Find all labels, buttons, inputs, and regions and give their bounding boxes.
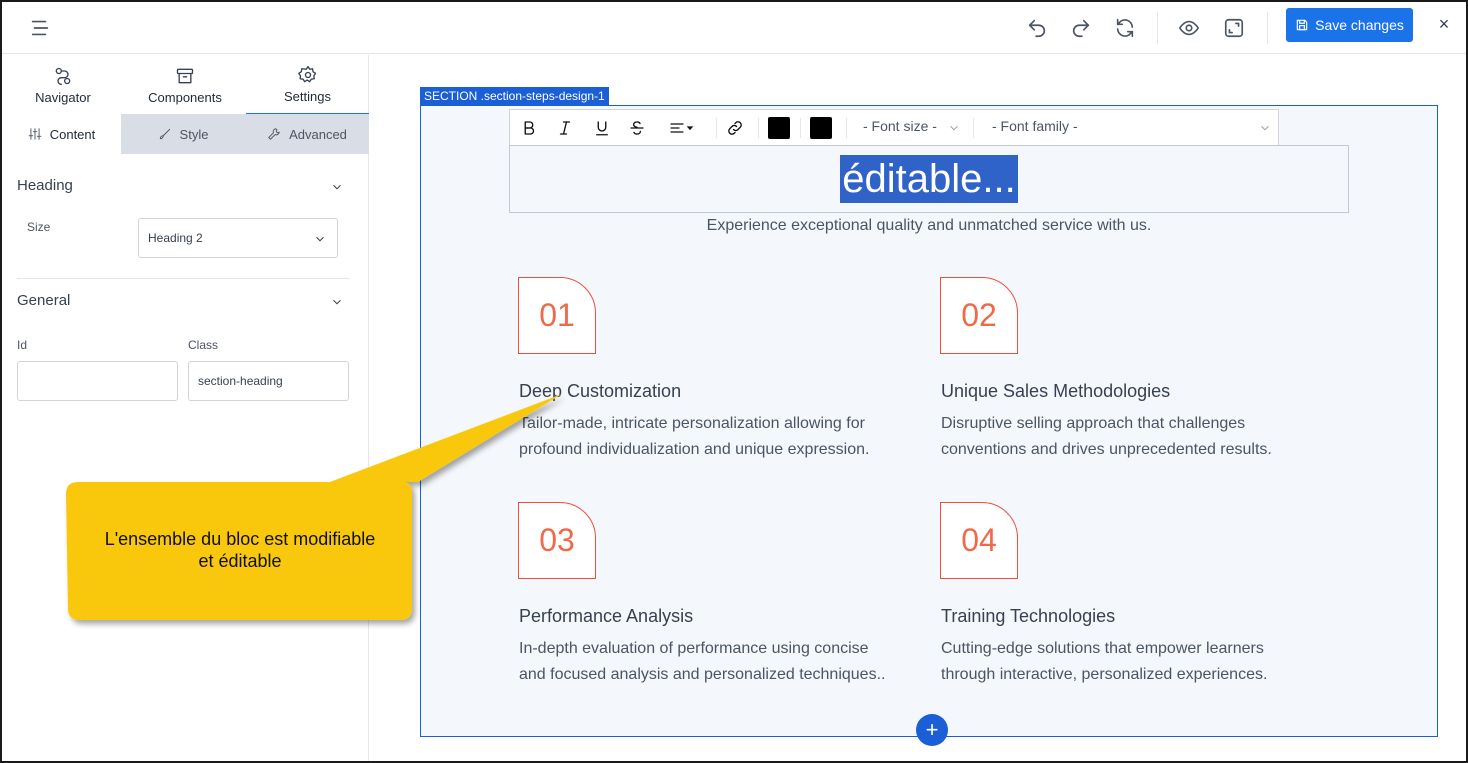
align-left-icon [670, 123, 684, 133]
chevron-down-icon [1258, 121, 1272, 135]
toolbar-divider [1157, 12, 1158, 44]
wrench-icon [268, 128, 280, 140]
step-description[interactable]: In-depth evaluation of performance using… [519, 636, 919, 688]
bold-icon[interactable] [518, 116, 540, 140]
chevron-down-icon[interactable] [330, 180, 344, 194]
heading-size-select[interactable]: Heading 2 [138, 218, 338, 258]
toolbar-divider [758, 118, 759, 138]
step-description[interactable]: Cutting-edge solutions that empower lear… [941, 636, 1341, 688]
tab-settings-label: Settings [284, 88, 331, 104]
toolbar-divider [1267, 12, 1268, 44]
navigator-icon [55, 67, 71, 85]
step-description[interactable]: Tailor-made, intricate personalization a… [519, 411, 919, 463]
step-description-line: through interactive, personalized experi… [941, 666, 1268, 683]
settings-sidebar: Navigator Components Settings Content St… [2, 55, 369, 761]
step-description-line: Disruptive selling approach that challen… [941, 415, 1246, 432]
editor-canvas[interactable]: SECTION .section-steps-design-1 - Font s… [370, 55, 1466, 761]
tab-navigator[interactable]: Navigator [2, 55, 124, 115]
redo-icon[interactable] [1067, 14, 1095, 42]
font-family-select[interactable]: - Font family - [992, 118, 1274, 134]
toolbar-divider [846, 118, 847, 138]
link-icon[interactable] [724, 116, 746, 140]
step-description-line: In-depth evaluation of performance using… [519, 640, 869, 657]
refresh-icon[interactable] [1111, 14, 1139, 42]
settings-subtabs: Content Style Advanced [2, 114, 369, 154]
sliders-icon [28, 128, 42, 140]
step-title[interactable]: Training Technologies [941, 606, 1115, 627]
text-color-swatch[interactable] [768, 117, 790, 139]
step-description-line: Tailor-made, intricate personalization a… [519, 415, 865, 432]
step-title[interactable]: Deep Customization [519, 381, 681, 402]
close-icon[interactable]: × [1434, 12, 1454, 36]
step-description-line: and focused analysis and personalized te… [519, 666, 886, 683]
step-title[interactable]: Unique Sales Methodologies [941, 381, 1170, 402]
tab-components[interactable]: Components [124, 55, 246, 115]
step-description-line: conventions and drives unprecedented res… [941, 441, 1272, 458]
step-description[interactable]: Disruptive selling approach that challen… [941, 411, 1341, 463]
class-label: Class [188, 338, 219, 352]
step-description-line: profound individualization and unique ex… [519, 441, 870, 458]
toolbar-divider [716, 118, 717, 138]
preview-eye-icon[interactable] [1175, 14, 1203, 42]
heading-section-title[interactable]: Heading [17, 177, 73, 194]
step-number-badge[interactable]: 02 [940, 277, 1018, 354]
step-description-line: Cutting-edge solutions that empower lear… [941, 640, 1264, 657]
gear-icon [297, 65, 316, 82]
editable-heading[interactable]: éditable... [509, 145, 1349, 213]
size-label: Size [27, 220, 51, 234]
floppy-disk-icon [1296, 19, 1308, 31]
callout-text: L'ensemble du bloc est modifiable et édi… [70, 528, 410, 572]
class-value: section-heading [198, 374, 283, 388]
fullscreen-icon[interactable] [1220, 14, 1248, 42]
text-align-dropdown[interactable] [662, 116, 702, 140]
top-toolbar: Save changes × [2, 2, 1466, 54]
step-number-badge[interactable]: 03 [518, 502, 596, 579]
section-subtitle[interactable]: Experience exceptional quality and unmat… [420, 217, 1438, 235]
tab-settings[interactable]: Settings [246, 55, 369, 115]
callout-line: L'ensemble du bloc est modifiable [104, 529, 376, 549]
section-selector-tag[interactable]: SECTION .section-steps-design-1 [420, 87, 609, 105]
general-section-title[interactable]: General [17, 292, 70, 309]
chevron-down-icon [313, 232, 327, 246]
tab-navigator-label: Navigator [35, 89, 91, 105]
divider [17, 278, 350, 279]
font-size-placeholder: - Font size - [863, 118, 937, 134]
undo-icon[interactable] [1023, 14, 1051, 42]
hamburger-menu-icon[interactable] [26, 14, 54, 42]
selected-heading-text[interactable]: éditable... [840, 155, 1018, 203]
archive-icon [176, 68, 194, 83]
caret-down-icon [686, 126, 694, 131]
step-number-badge[interactable]: 04 [940, 502, 1018, 579]
chevron-down-icon [947, 121, 961, 135]
font-size-select[interactable]: - Font size - [863, 118, 965, 134]
tab-style-label: Style [179, 126, 209, 142]
toolbar-divider [800, 118, 801, 138]
chevron-down-icon[interactable] [330, 295, 344, 309]
tab-content-label: Content [49, 126, 96, 142]
brush-icon [159, 128, 170, 140]
font-family-placeholder: - Font family - [992, 118, 1078, 134]
step-number-badge[interactable]: 01 [518, 277, 596, 354]
italic-icon[interactable] [554, 116, 576, 140]
save-changes-button[interactable]: Save changes [1286, 8, 1413, 42]
tab-advanced[interactable]: Advanced [245, 114, 369, 154]
add-block-button[interactable]: + [916, 714, 948, 746]
rich-text-toolbar: - Font size - - Font family - [509, 109, 1279, 145]
class-input[interactable]: section-heading [188, 361, 349, 401]
background-color-swatch[interactable] [810, 117, 832, 139]
tab-components-label: Components [148, 89, 222, 105]
callout-line: et éditable [198, 551, 282, 571]
strikethrough-icon[interactable] [626, 116, 648, 140]
underline-icon[interactable] [591, 116, 613, 140]
step-title[interactable]: Performance Analysis [519, 606, 693, 627]
tab-content[interactable]: Content [2, 114, 121, 154]
id-label: Id [17, 338, 28, 352]
heading-size-value: Heading 2 [148, 231, 203, 245]
tab-advanced-label: Advanced [289, 126, 347, 142]
save-changes-label: Save changes [1315, 17, 1404, 33]
tab-style[interactable]: Style [121, 114, 245, 154]
toolbar-divider [973, 118, 974, 138]
id-input[interactable] [17, 361, 178, 401]
